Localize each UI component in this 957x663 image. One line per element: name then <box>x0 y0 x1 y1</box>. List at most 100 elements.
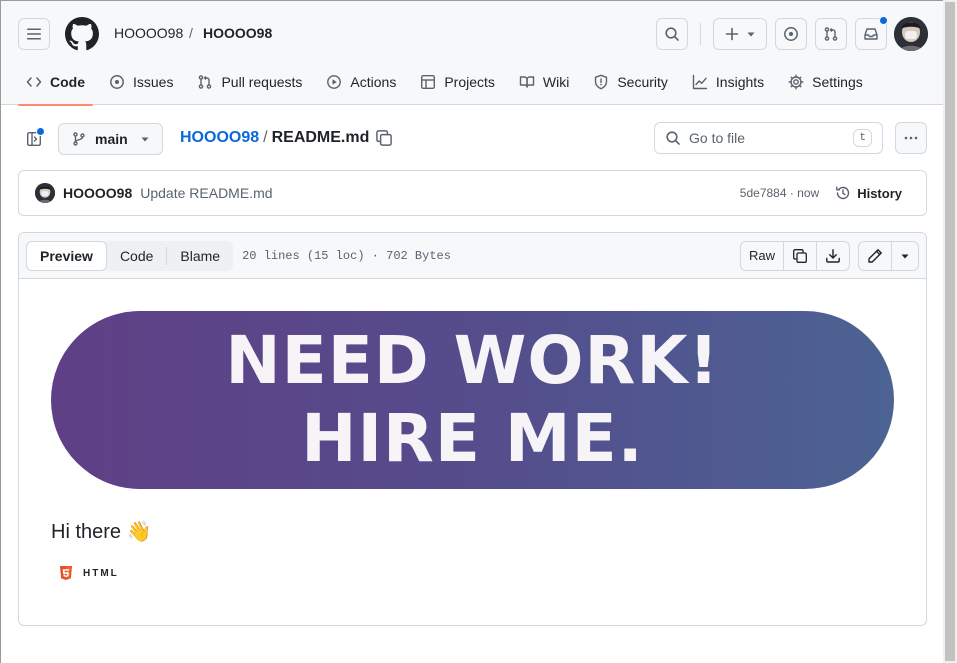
table-icon <box>421 75 436 90</box>
browser-viewport: HOOOO98 / HOOOO98 Code Issues Pull reque… <box>0 0 943 663</box>
plus-icon <box>725 27 739 41</box>
raw-button[interactable]: Raw <box>741 241 784 270</box>
branch-selector[interactable]: main <box>58 123 163 155</box>
play-icon <box>327 75 342 89</box>
notification-indicator <box>879 16 888 25</box>
commit-sha-time[interactable]: 5de7884 · now <box>740 186 819 200</box>
badge-label: HTML <box>83 567 119 579</box>
tab-label: Code <box>50 74 85 90</box>
your-issues-button[interactable] <box>775 18 807 50</box>
scrollbar-thumb[interactable] <box>945 2 955 661</box>
breadcrumb-owner[interactable]: HOOOO98 <box>114 25 183 41</box>
git-branch-icon <box>73 132 85 146</box>
tab-pull-requests[interactable]: Pull requests <box>189 65 310 99</box>
readme-banner-image: NEED WORK! HIRE ME. <box>51 311 894 489</box>
commit-message[interactable]: Update README.md <box>140 185 272 201</box>
branch-name: main <box>95 131 128 147</box>
shield-icon <box>595 74 608 90</box>
preview-tab[interactable]: Preview <box>26 240 107 271</box>
tab-settings[interactable]: Settings <box>780 65 871 99</box>
header-divider <box>700 23 701 45</box>
breadcrumb-repo[interactable]: HOOOO98 <box>203 25 272 41</box>
tab-label: Settings <box>812 74 863 90</box>
path-repo-link[interactable]: HOOOO98 <box>180 129 259 147</box>
pull-request-icon <box>824 27 838 41</box>
book-icon <box>519 76 535 88</box>
pencil-icon <box>868 248 882 263</box>
download-icon <box>826 248 840 263</box>
graph-icon <box>692 74 708 90</box>
tab-label: Insights <box>715 74 765 90</box>
view-mode-switcher: Preview Code Blame <box>26 240 234 271</box>
search-icon <box>665 27 679 41</box>
copy-icon <box>793 248 807 263</box>
user-avatar[interactable] <box>894 17 928 51</box>
tab-wiki[interactable]: Wiki <box>511 65 577 99</box>
file-actions: Raw <box>739 240 919 271</box>
tab-insights[interactable]: Insights <box>684 65 772 99</box>
github-logo-icon[interactable] <box>65 17 99 51</box>
html-skill-badge[interactable]: HTML <box>59 565 119 581</box>
triangle-down-icon <box>747 32 755 37</box>
issue-opened-icon <box>784 27 798 41</box>
copy-path-button[interactable] <box>375 129 393 150</box>
keyboard-shortcut-hint: t <box>853 129 872 147</box>
gear-icon <box>788 74 804 90</box>
file-tree-toggle[interactable] <box>18 123 50 155</box>
avatar-image <box>894 17 928 51</box>
tab-label: Projects <box>444 74 495 90</box>
tab-label: Issues <box>133 74 174 90</box>
copy-raw-button[interactable] <box>784 241 817 270</box>
tab-issues[interactable]: Issues <box>101 65 181 99</box>
create-new-button[interactable] <box>713 18 767 50</box>
commit-author-avatar[interactable] <box>35 183 55 203</box>
more-options-button[interactable] <box>895 122 927 154</box>
your-pull-requests-button[interactable] <box>815 18 847 50</box>
tab-label: Security <box>617 74 668 90</box>
tab-label: Pull requests <box>221 74 303 90</box>
edit-file-button[interactable] <box>859 241 892 270</box>
blame-tab[interactable]: Blame <box>167 241 233 271</box>
triangle-down-icon <box>141 137 149 142</box>
path-separator: / <box>263 129 268 146</box>
page-scrollbar[interactable] <box>943 0 957 663</box>
file-stats: 20 lines (15 loc) · 702 Bytes <box>242 248 451 263</box>
file-path: HOOOO98 / README.md <box>180 129 369 147</box>
tab-security[interactable]: Security <box>585 65 676 99</box>
file-tree-indicator <box>36 127 45 136</box>
html5-icon <box>60 566 72 580</box>
tab-label: Wiki <box>542 74 570 90</box>
kebab-horizontal-icon <box>904 136 918 140</box>
tab-label: Actions <box>350 74 397 90</box>
menu-button[interactable] <box>18 18 50 50</box>
readme-content: NEED WORK! HIRE ME. Hi there 👋 HTML <box>19 279 926 580</box>
edit-actions-group <box>858 240 919 271</box>
file-viewer-header: Preview Code Blame 20 lines (15 loc) · 7… <box>19 233 926 279</box>
tab-projects[interactable]: Projects <box>412 65 503 99</box>
go-to-file-input[interactable]: Go to file t <box>654 122 883 154</box>
search-icon <box>666 131 680 145</box>
avatar-image <box>35 183 55 203</box>
breadcrumb-separator: / <box>189 25 193 41</box>
download-raw-button[interactable] <box>817 242 849 270</box>
commit-author[interactable]: HOOOO98 <box>63 185 132 201</box>
search-button[interactable] <box>656 18 688 50</box>
copy-icon <box>376 130 392 146</box>
path-file-name: README.md <box>271 129 370 146</box>
history-label: History <box>857 185 902 201</box>
readme-greeting: Hi there 👋 <box>51 521 152 543</box>
code-tab[interactable]: Code <box>107 246 168 265</box>
issue-icon <box>110 75 124 89</box>
tab-actions[interactable]: Actions <box>318 65 404 99</box>
tab-code[interactable]: Code <box>18 65 93 106</box>
pull-request-icon <box>199 75 212 89</box>
banner-line-2: HIRE ME. <box>301 400 644 477</box>
go-to-file-placeholder: Go to file <box>689 130 746 146</box>
edit-dropdown-button[interactable] <box>892 242 918 270</box>
file-viewer: Preview Code Blame 20 lines (15 loc) · 7… <box>18 232 927 626</box>
banner-line-1: NEED WORK! <box>225 322 720 399</box>
history-button[interactable]: History <box>835 185 902 201</box>
history-icon <box>836 186 850 200</box>
inbox-icon <box>864 28 878 40</box>
hamburger-icon <box>27 28 41 40</box>
